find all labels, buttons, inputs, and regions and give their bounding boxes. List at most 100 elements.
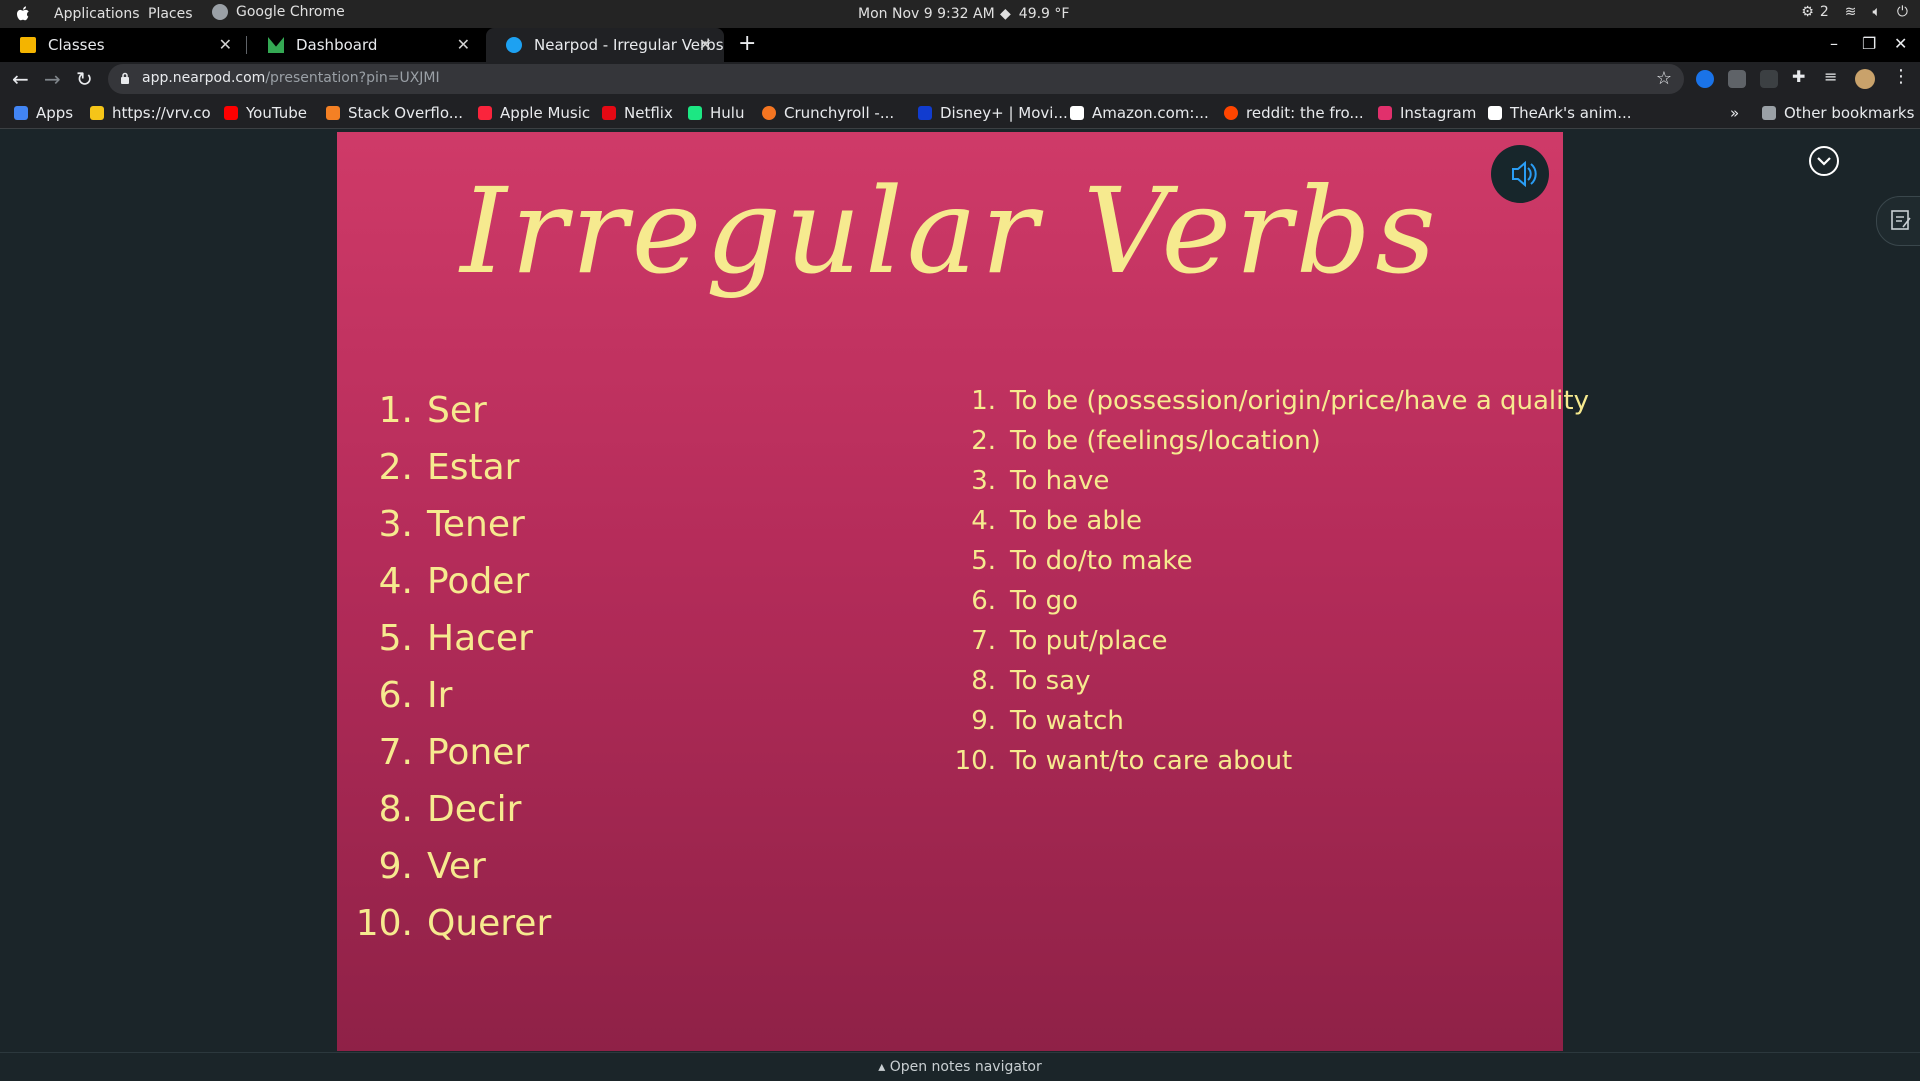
- bookmark-amazon[interactable]: Amazon.com:...: [1070, 104, 1209, 122]
- notes-button[interactable]: [1876, 196, 1920, 246]
- bookmark-netflix[interactable]: Netflix: [602, 104, 673, 122]
- list-text: Poder: [427, 561, 530, 602]
- tab-label: Nearpod - Irregular Verbs: [534, 36, 724, 54]
- bookmark-label: Amazon.com:...: [1092, 104, 1209, 122]
- bookmark-label: https://vrv.co: [112, 104, 211, 122]
- close-icon[interactable]: ✕: [699, 35, 712, 54]
- collapse-button[interactable]: [1809, 146, 1839, 176]
- volume-icon[interactable]: 🔈︎: [1873, 4, 1881, 20]
- bookmark-star-icon[interactable]: ☆: [1656, 68, 1672, 89]
- bookmark-reddit[interactable]: reddit: the fro...: [1224, 104, 1364, 122]
- bookmark-theark[interactable]: TheArk's anim...: [1488, 104, 1632, 122]
- list-text: To do/to make: [1010, 546, 1193, 576]
- clock[interactable]: Mon Nov 9 9:32 AM: [858, 6, 995, 22]
- places-menu[interactable]: Places: [148, 6, 193, 22]
- power-icon[interactable]: ⏻: [1897, 4, 1908, 20]
- slide-title: Irregular Verbs: [460, 162, 1440, 300]
- puzzle-icon[interactable]: ✚: [1792, 67, 1810, 86]
- list-text: To put/place: [1010, 626, 1168, 656]
- extension-icon[interactable]: [1760, 70, 1778, 88]
- url-text[interactable]: app.nearpod.com/presentation?pin=UXJMI: [142, 70, 440, 86]
- list-item: 4. Poder: [379, 561, 530, 602]
- list-number: 4.: [971, 506, 996, 536]
- updates-count: 2: [1819, 4, 1829, 20]
- bookmark-label: TheArk's anim...: [1510, 104, 1632, 122]
- reload-button[interactable]: ↻: [76, 67, 93, 91]
- close-icon[interactable]: ✕: [219, 35, 232, 54]
- bookmark-label: Netflix: [624, 104, 673, 122]
- list-text: Hacer: [427, 618, 533, 659]
- bookmark-label: Apps: [36, 104, 74, 122]
- list-number: 6.: [971, 586, 996, 616]
- open-notes-navigator[interactable]: ▴ Open notes navigator: [0, 1052, 1920, 1081]
- list-text: Ser: [427, 390, 487, 431]
- bookmark-apps[interactable]: Apps: [14, 104, 73, 122]
- chrome-menu-label: Google Chrome: [236, 4, 345, 20]
- bookmark-label: reddit: the fro...: [1246, 104, 1364, 122]
- bookmark-instagram[interactable]: Instagram: [1378, 104, 1476, 122]
- address-bar[interactable]: app.nearpod.com/presentation?pin=UXJMI ☆: [108, 64, 1684, 94]
- media-control-icon[interactable]: ≡: [1824, 67, 1842, 86]
- maximize-icon[interactable]: ❐: [1862, 34, 1876, 53]
- list-number: 4.: [378, 561, 413, 602]
- list-item: 2. Estar: [379, 447, 520, 488]
- more-menu-icon[interactable]: ⋮: [1892, 66, 1910, 87]
- list-text: Querer: [427, 903, 552, 944]
- bookmark-apple-music[interactable]: Apple Music: [478, 104, 590, 122]
- wifi-icon[interactable]: ≋: [1845, 4, 1857, 20]
- list-number: 1.: [971, 386, 996, 416]
- list-text: To watch: [1010, 706, 1124, 736]
- bookmark-youtube[interactable]: YouTube: [224, 104, 307, 122]
- extension-icon[interactable]: [1728, 70, 1746, 88]
- close-window-icon[interactable]: ✕: [1894, 34, 1907, 53]
- list-item: 9. To watch: [971, 706, 1124, 736]
- updates-indicator[interactable]: ⚙ 2: [1801, 4, 1828, 20]
- speaker-icon: [1512, 160, 1537, 188]
- applications-menu[interactable]: Applications: [54, 6, 140, 22]
- list-item: 10. Querer: [356, 903, 552, 944]
- os-top-bar: Applications Places Google Chrome Mon No…: [0, 0, 1920, 28]
- tab-label: Dashboard: [296, 36, 378, 54]
- reddit-icon: [1224, 106, 1238, 120]
- tab-dashboard[interactable]: Dashboard ✕: [248, 28, 482, 62]
- list-item: 8. To say: [971, 666, 1090, 696]
- bookmark-disney[interactable]: Disney+ | Movi...: [918, 104, 1068, 122]
- weather-value: 49.9 °F: [1018, 6, 1070, 22]
- lock-icon[interactable]: [120, 72, 130, 85]
- gear-icon: ⚙: [1801, 4, 1814, 20]
- bookmark-vrv[interactable]: https://vrv.co: [90, 104, 211, 122]
- audio-button[interactable]: [1491, 145, 1549, 203]
- tab-nearpod[interactable]: Nearpod - Irregular Verbs ✕: [486, 28, 724, 62]
- new-tab-button[interactable]: +: [738, 31, 756, 56]
- bookmarks-bar: Apps https://vrv.co YouTube Stack Overfl…: [0, 96, 1920, 129]
- list-number: 8.: [971, 666, 996, 696]
- system-tray: ⚙ 2 ≋ 🔈︎ ⏻: [1801, 4, 1908, 20]
- chrome-menu[interactable]: Google Chrome: [212, 4, 345, 20]
- tab-separator: [246, 36, 247, 54]
- presentation-slide: Irregular Verbs 1. Ser 2. Estar 3. Tener 4. Pod…: [337, 132, 1589, 1051]
- apple-icon[interactable]: [14, 4, 32, 24]
- bookmark-label: Instagram: [1400, 104, 1477, 122]
- bookmark-label: Apple Music: [500, 104, 591, 122]
- bookmarks-overflow-button[interactable]: »: [1730, 104, 1739, 122]
- vrv-icon: [90, 106, 104, 120]
- avatar[interactable]: [1855, 69, 1875, 89]
- forward-button[interactable]: →: [44, 67, 61, 91]
- bookmark-stackoverflow[interactable]: Stack Overflo...: [326, 104, 463, 122]
- list-number: 10.: [355, 903, 413, 944]
- list-item: 5. Hacer: [379, 618, 533, 659]
- close-icon[interactable]: ✕: [457, 35, 470, 54]
- back-button[interactable]: ←: [12, 67, 29, 91]
- list-text: To have: [1010, 466, 1110, 496]
- tab-classes[interactable]: Classes ✕: [0, 28, 244, 62]
- apple-music-icon: [478, 106, 492, 120]
- list-item: 2. To be (feelings/location): [971, 426, 1321, 456]
- bookmark-crunchyroll[interactable]: Crunchyroll -...: [762, 104, 894, 122]
- bookmark-hulu[interactable]: Hulu: [688, 104, 744, 122]
- other-bookmarks[interactable]: Other bookmarks: [1762, 104, 1914, 122]
- list-item: 7. Poner: [379, 732, 530, 773]
- weather-indicator[interactable]: ◆ 49.9 °F: [1000, 6, 1069, 22]
- extension-icon[interactable]: [1696, 70, 1714, 88]
- list-item: 9. Ver: [379, 846, 486, 887]
- minimize-icon[interactable]: –: [1830, 34, 1838, 53]
